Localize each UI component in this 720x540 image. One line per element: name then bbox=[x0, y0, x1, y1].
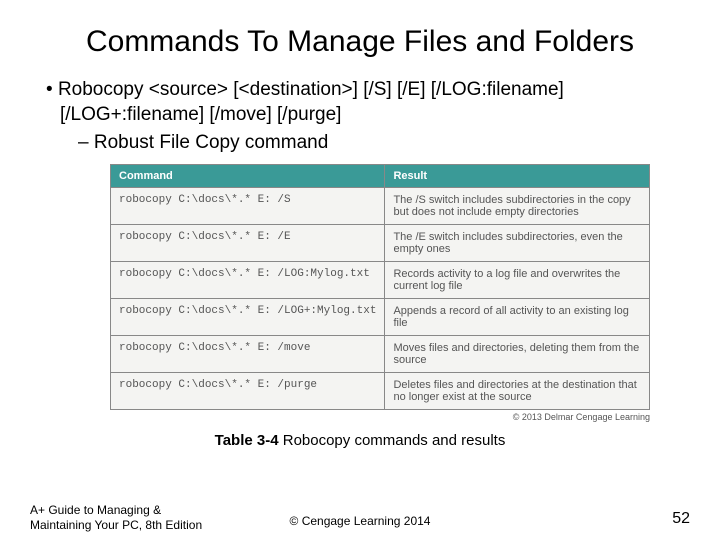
table-row: robocopy C:\docs\*.* E: /E The /E switch… bbox=[111, 225, 650, 262]
cell-result: The /E switch includes subdirectories, e… bbox=[385, 225, 650, 262]
caption-label: Table 3-4 bbox=[215, 432, 279, 449]
table-row: robocopy C:\docs\*.* E: /LOG+:Mylog.txt … bbox=[111, 299, 650, 336]
bullet-list: Robocopy <source> [<destination>] [/S] [… bbox=[40, 78, 680, 156]
cell-command: robocopy C:\docs\*.* E: /LOG:Mylog.txt bbox=[111, 262, 385, 299]
cell-command: robocopy C:\docs\*.* E: /purge bbox=[111, 373, 385, 410]
bullet-level1: Robocopy <source> [<destination>] [/S] [… bbox=[46, 78, 680, 127]
bullet-level2: Robust File Copy command bbox=[78, 131, 680, 156]
table-image-copyright: © 2013 Delmar Cengage Learning bbox=[40, 412, 650, 422]
caption-text: Robocopy commands and results bbox=[279, 432, 506, 449]
cell-result: The /S switch includes subdirectories in… bbox=[385, 188, 650, 225]
table-head-result: Result bbox=[385, 165, 650, 188]
cell-command: robocopy C:\docs\*.* E: /move bbox=[111, 336, 385, 373]
cell-result: Appends a record of all activity to an e… bbox=[385, 299, 650, 336]
table-row: robocopy C:\docs\*.* E: /move Moves file… bbox=[111, 336, 650, 373]
cell-command: robocopy C:\docs\*.* E: /LOG+:Mylog.txt bbox=[111, 299, 385, 336]
command-table: Command Result robocopy C:\docs\*.* E: /… bbox=[110, 164, 650, 410]
table-row: robocopy C:\docs\*.* E: /LOG:Mylog.txt R… bbox=[111, 262, 650, 299]
cell-result: Deletes files and directories at the des… bbox=[385, 373, 650, 410]
table-caption: Table 3-4 Robocopy commands and results bbox=[40, 432, 680, 449]
cell-command: robocopy C:\docs\*.* E: /S bbox=[111, 188, 385, 225]
cell-command: robocopy C:\docs\*.* E: /E bbox=[111, 225, 385, 262]
slide-title: Commands To Manage Files and Folders bbox=[40, 24, 680, 60]
cell-result: Records activity to a log file and overw… bbox=[385, 262, 650, 299]
table-row: robocopy C:\docs\*.* E: /S The /S switch… bbox=[111, 188, 650, 225]
command-table-wrap: Command Result robocopy C:\docs\*.* E: /… bbox=[110, 164, 650, 410]
table-row: robocopy C:\docs\*.* E: /purge Deletes f… bbox=[111, 373, 650, 410]
cell-result: Moves files and directories, deleting th… bbox=[385, 336, 650, 373]
table-head-command: Command bbox=[111, 165, 385, 188]
footer-copyright: © Cengage Learning 2014 bbox=[0, 514, 720, 528]
page-number: 52 bbox=[672, 510, 690, 528]
